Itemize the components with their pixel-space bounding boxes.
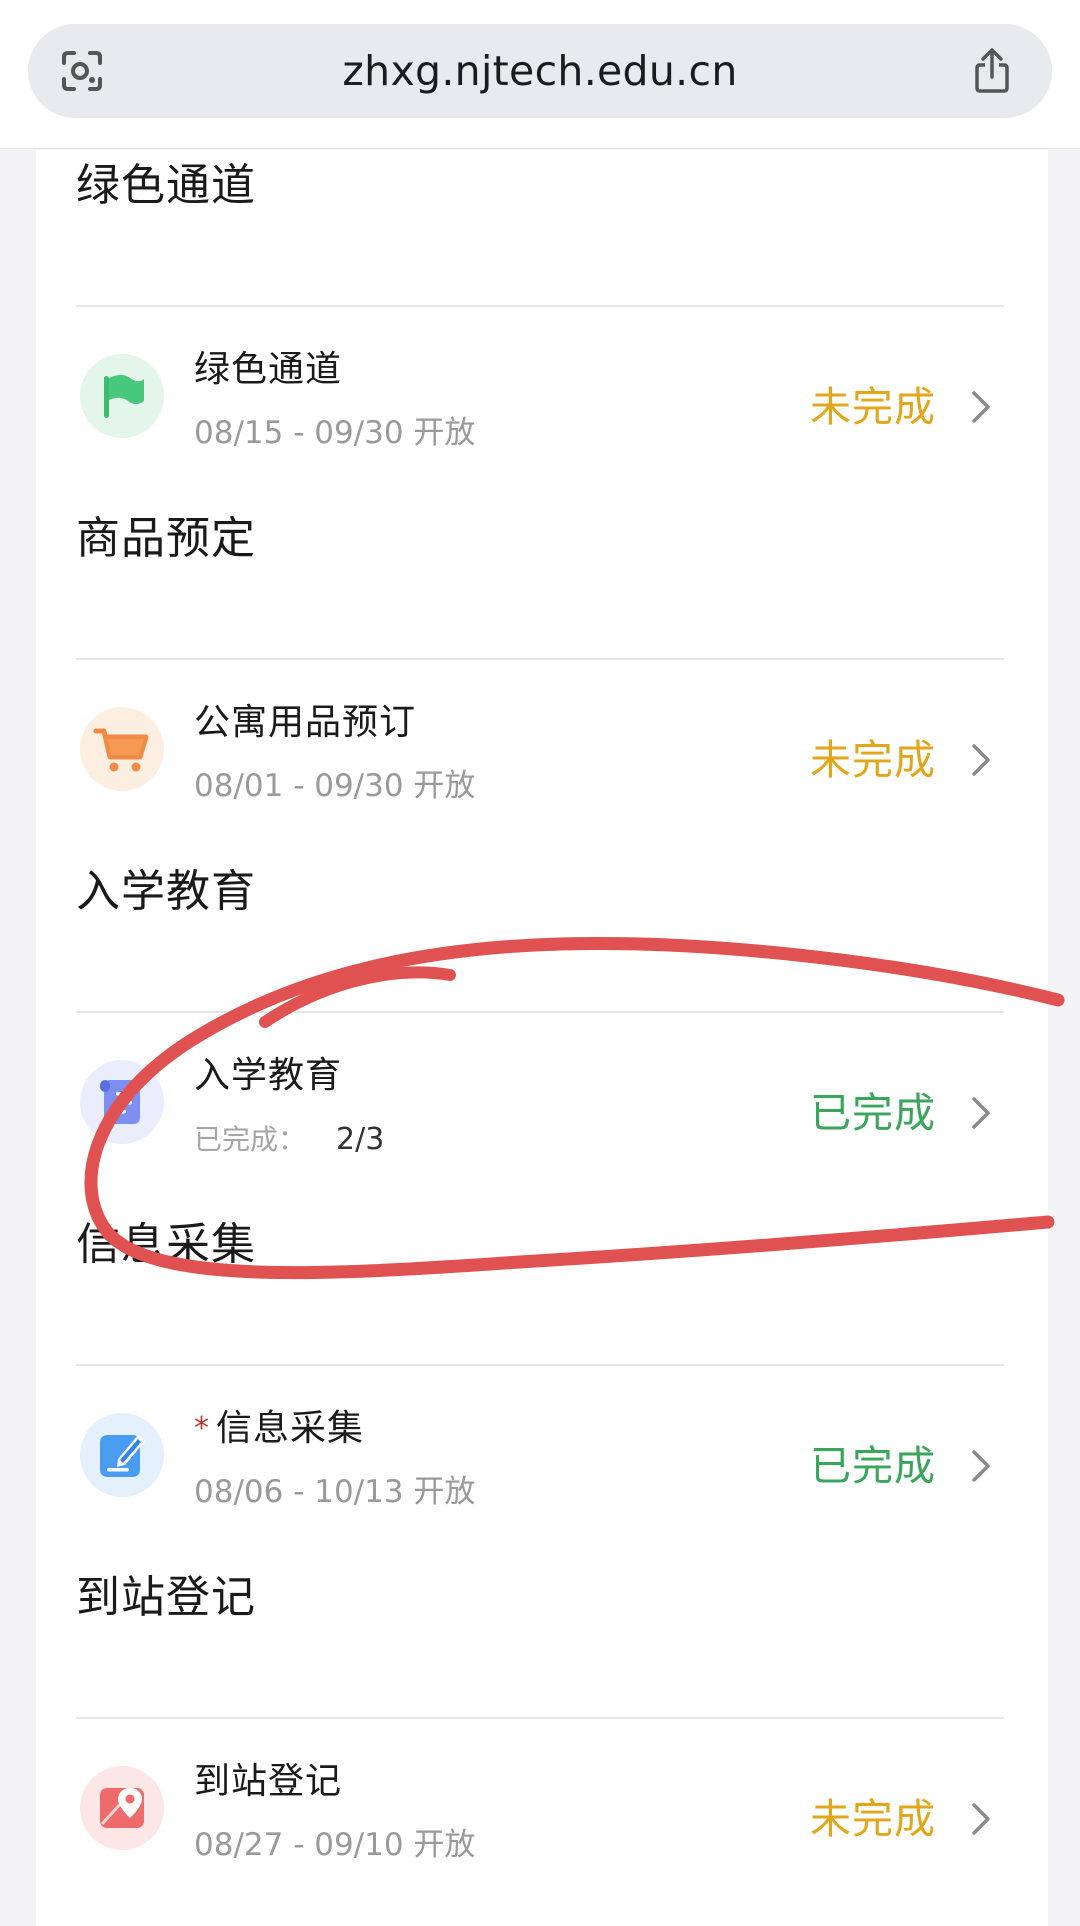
- edit-form-icon: [80, 1413, 164, 1497]
- status-badge: 未完成: [810, 1795, 936, 1843]
- required-marker: *: [194, 1411, 210, 1446]
- item-title: 到站登记: [194, 1761, 343, 1802]
- item-title: 绿色通道: [194, 349, 343, 390]
- progress-value: 2/3: [336, 1122, 385, 1157]
- share-icon[interactable]: [968, 47, 1016, 95]
- url-text: zhxg.njtech.edu.cn: [342, 47, 738, 95]
- list-item-apartment-supplies[interactable]: 公寓用品预订 08/01 - 09/30 开放 未完成: [36, 660, 1048, 860]
- task-list-card: 绿色通道 绿色通道 08/15 - 09/30 开放 未完成 商品预定 公寓用品…: [36, 150, 1048, 1926]
- address-bar[interactable]: zhxg.njtech.edu.cn: [28, 24, 1052, 118]
- item-title-text: 信息采集: [216, 1408, 365, 1449]
- chevron-right-icon: [960, 387, 1000, 427]
- chevron-right-icon: [960, 740, 1000, 780]
- chevron-right-icon: [960, 1799, 1000, 1839]
- section-goods-booking: 商品预定 公寓用品预订 08/01 - 09/30 开放 未完成: [36, 509, 1048, 860]
- status-badge: 已完成: [810, 1089, 936, 1137]
- item-open-period: 08/27 - 09/10 开放: [194, 1827, 476, 1863]
- section-arrival-registration: 到站登记 到站登记 08/27 - 09/10 开放 未完成: [36, 1568, 1048, 1919]
- scroll-icon: [80, 1060, 164, 1144]
- section-title: 绿色通道: [76, 160, 256, 211]
- section-title: 信息采集: [76, 1219, 256, 1270]
- item-title: 入学教育: [194, 1055, 343, 1096]
- section-title: 入学教育: [76, 866, 256, 917]
- shopping-cart-icon: [80, 707, 164, 791]
- list-item-info-collection[interactable]: * 信息采集 08/06 - 10/13 开放 已完成: [36, 1366, 1048, 1566]
- status-badge: 未完成: [810, 383, 936, 431]
- list-item-green-channel[interactable]: 绿色通道 08/15 - 09/30 开放 未完成: [36, 307, 1048, 507]
- list-item-arrival-registration[interactable]: 到站登记 08/27 - 09/10 开放 未完成: [36, 1719, 1048, 1919]
- section-info-collection: 信息采集 * 信息采集 08/06 - 10/13 开放 已完成: [36, 1215, 1048, 1566]
- status-badge: 已完成: [810, 1442, 936, 1490]
- section-title: 到站登记: [76, 1572, 256, 1623]
- progress-label: 已完成：: [194, 1123, 307, 1156]
- item-open-period: 08/06 - 10/13 开放: [194, 1474, 476, 1510]
- item-progress: 已完成： 2/3: [194, 1117, 384, 1161]
- list-item-enrollment-education[interactable]: 入学教育 已完成： 2/3 已完成: [36, 1013, 1048, 1213]
- chevron-right-icon: [960, 1446, 1000, 1486]
- section-green-channel: 绿色通道 绿色通道 08/15 - 09/30 开放 未完成: [36, 156, 1048, 507]
- flag-icon: [80, 354, 164, 438]
- item-open-period: 08/01 - 09/30 开放: [194, 768, 476, 804]
- item-title: 公寓用品预订: [194, 702, 417, 743]
- chevron-right-icon: [960, 1093, 1000, 1133]
- map-pin-icon: [80, 1766, 164, 1850]
- status-badge: 未完成: [810, 736, 936, 784]
- section-title: 商品预定: [76, 513, 256, 564]
- item-open-period: 08/15 - 09/30 开放: [194, 415, 476, 451]
- section-enrollment-education: 入学教育 入学教育 已完成： 2/3 已完成: [36, 862, 1048, 1213]
- browser-top-bar: zhxg.njtech.edu.cn: [0, 0, 1080, 149]
- item-title: * 信息采集: [194, 1404, 364, 1454]
